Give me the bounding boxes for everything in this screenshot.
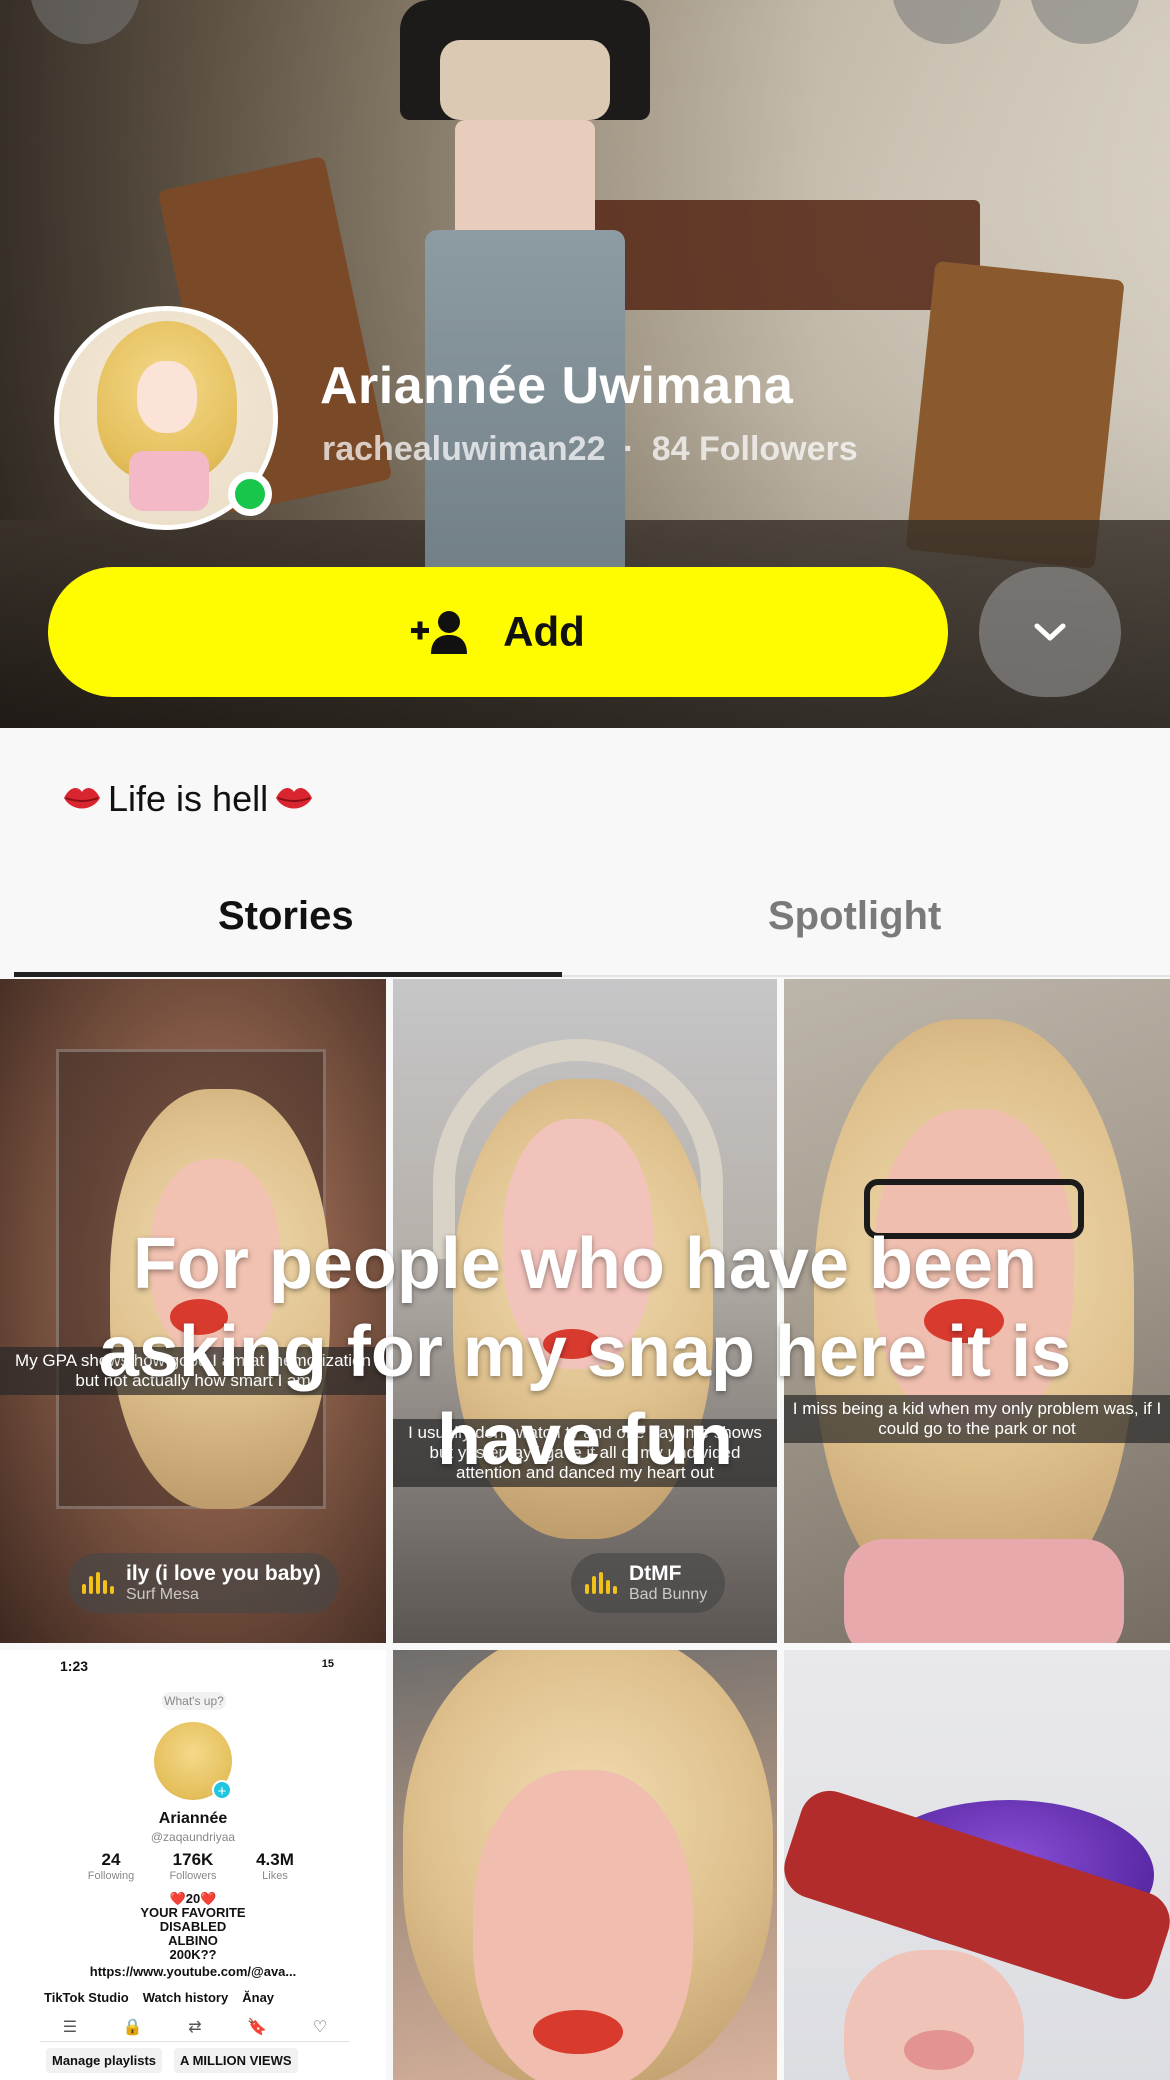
kiss-mark-icon — [64, 788, 100, 809]
song-title: DtMF — [629, 1562, 682, 1585]
profile-screen: Ariannée Uwimana rachealuwiman22 · 84 Fo… — [0, 0, 1170, 2080]
chevron-down-icon — [1034, 623, 1066, 641]
stat-likes: 4.3M Likes — [256, 1850, 294, 1882]
song-artist: Surf Mesa — [126, 1586, 199, 1603]
music-pill[interactable]: DtMF Bad Bunny — [571, 1553, 726, 1613]
tiktok-tab-icons: ☰ 🔒 ⇄ 🔖 ♡ — [40, 2012, 350, 2042]
story-tile[interactable] — [784, 1650, 1170, 2080]
tab-stories[interactable]: Stories — [218, 894, 354, 939]
tiktok-link: https://www.youtube.com/@ava... — [89, 1964, 297, 1979]
add-button-label: Add — [503, 608, 585, 655]
person-photo — [380, 0, 670, 610]
tab-spotlight[interactable]: Spotlight — [768, 894, 941, 939]
status-time: 1:23 — [60, 1658, 89, 1674]
bio: Life is hell — [62, 778, 314, 820]
tiktok-handle: @zaqaundriyaa — [150, 1830, 236, 1844]
add-friend-icon — [411, 611, 468, 654]
online-status-icon — [228, 472, 272, 516]
tiktok-name: Ariannée — [158, 1810, 228, 1827]
followers-count[interactable]: 84 Followers — [652, 430, 858, 468]
status-bubble: What's up? — [162, 1692, 226, 1710]
song-artist: Bad Bunny — [629, 1586, 708, 1603]
tiktok-bio: ❤️20❤️ YOUR FAVORITE DISABLED ALBINO 200… — [140, 1891, 246, 1962]
stat-followers: 176K Followers — [169, 1850, 217, 1882]
active-tab-indicator — [14, 972, 562, 977]
add-friend-button[interactable]: Add — [48, 567, 948, 697]
music-icon — [82, 1572, 114, 1594]
tiktok-buttons: Manage playlists A MILLION VIEWS — [46, 2048, 298, 2073]
tab-divider — [562, 975, 1170, 977]
plus-icon: + — [212, 1780, 232, 1800]
battery-level: 15 — [321, 1658, 334, 1670]
kiss-mark-icon — [276, 788, 313, 809]
options-dropdown-button[interactable] — [979, 567, 1121, 697]
profile-subline: rachealuwiman22 · 84 Followers — [322, 430, 858, 469]
display-name: Ariannée Uwimana — [320, 357, 794, 415]
song-title: ily (i love you baby) — [126, 1562, 321, 1585]
story-tile[interactable] — [393, 1650, 777, 2080]
tiktok-shortcuts: TikTok Studio Watch history Ănay — [44, 1990, 275, 2005]
bio-text: Life is hell — [108, 778, 269, 819]
username: rachealuwiman22 — [322, 430, 606, 468]
overlay-caption: For people who have been asking for my s… — [98, 1224, 1072, 1480]
music-pill[interactable]: ily (i love you baby) Surf Mesa — [68, 1553, 339, 1613]
stat-following: 24 Following — [87, 1850, 135, 1882]
separator: · — [622, 430, 635, 468]
tiktok-screenshot: 1:23 15 What's up? + Ariannée @zaqaundri… — [0, 1650, 386, 2080]
story-tile[interactable]: 1:23 15 What's up? + Ariannée @zaqaundri… — [0, 1650, 386, 2080]
music-icon — [585, 1572, 617, 1594]
